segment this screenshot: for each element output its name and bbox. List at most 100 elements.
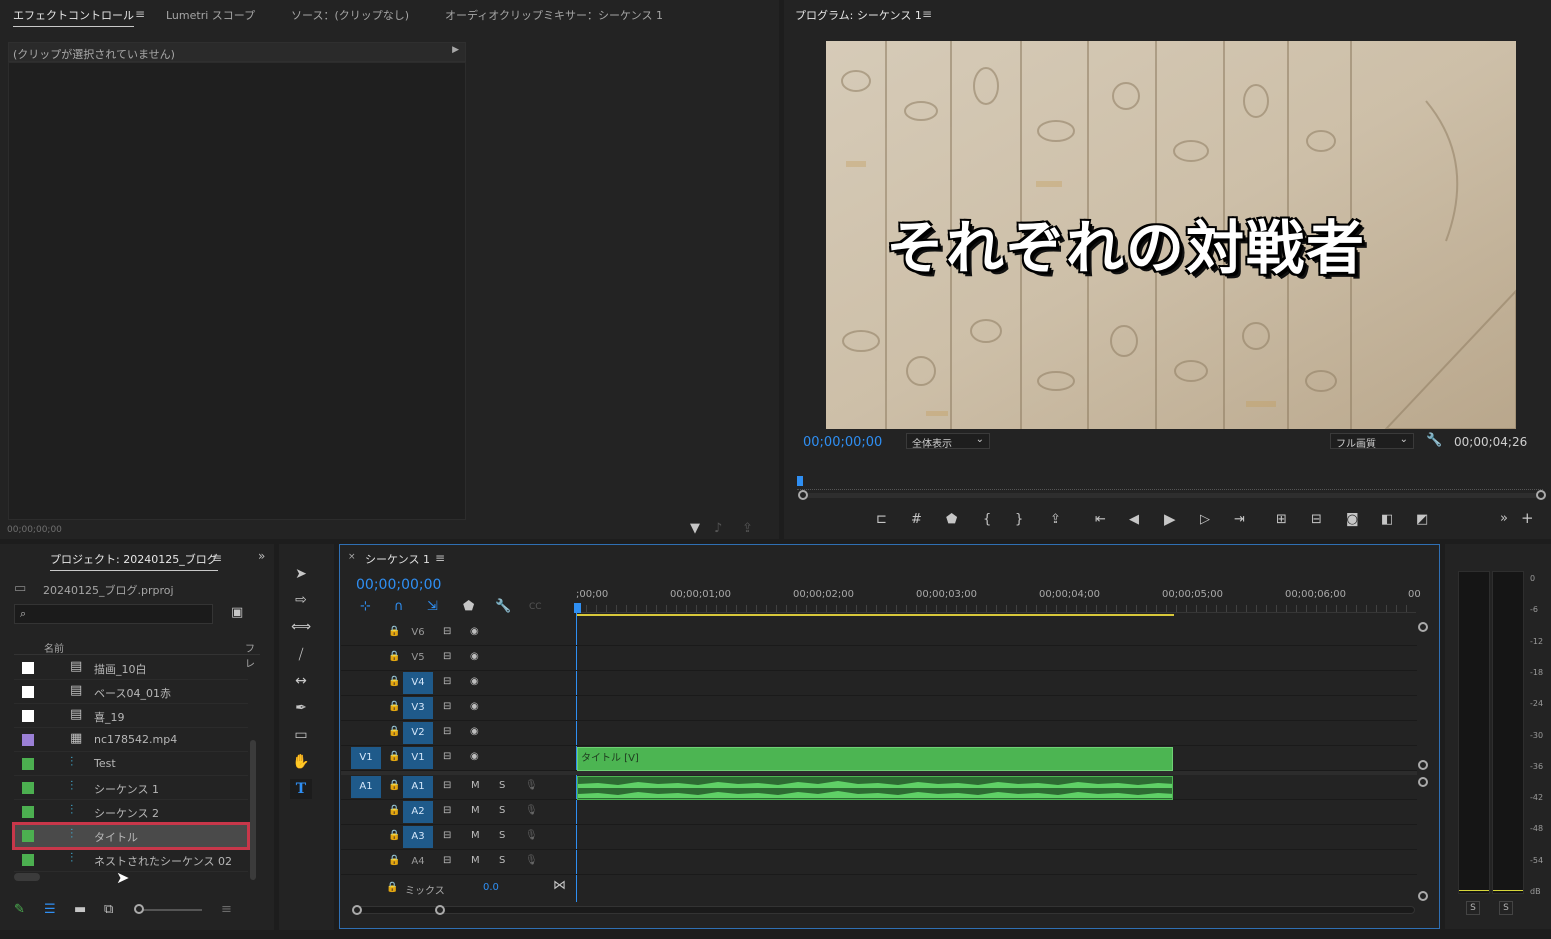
tab-effect-controls[interactable]: エフェクトコントロール (13, 7, 134, 27)
column-name-header[interactable]: 名前 (44, 640, 64, 655)
audio-v-scroll-bottom[interactable] (1418, 891, 1428, 901)
tab-sequence[interactable]: シーケンス 1 (365, 551, 430, 567)
project-scrollbar[interactable] (250, 740, 256, 880)
label-color-swatch[interactable] (22, 854, 34, 866)
mute-button[interactable]: M (471, 830, 480, 841)
audio-v-scroll-top[interactable] (1418, 777, 1428, 787)
go-to-in-point-icon[interactable]: ⇤ (1095, 513, 1106, 527)
list-view-icon[interactable]: ☰ (44, 903, 56, 917)
razor-tool-icon[interactable]: ⧸ (290, 645, 312, 665)
eye-icon[interactable]: ◉ (470, 651, 479, 662)
pen-tool-icon[interactable]: ✒ (290, 698, 312, 718)
sync-lock-icon[interactable]: ⊟ (443, 855, 451, 866)
track-target-v4[interactable]: V4 (403, 672, 433, 694)
mix-value[interactable]: 0.0 (483, 882, 499, 893)
eye-icon[interactable]: ◉ (470, 726, 479, 737)
timeline-timecode[interactable]: 00;00;00;00 (356, 577, 441, 593)
lock-icon[interactable]: 🔒 (388, 780, 400, 791)
tab-lumetri-scopes[interactable]: Lumetri スコープ (166, 7, 255, 23)
zoom-handle-right[interactable] (1536, 490, 1546, 500)
eye-icon[interactable]: ◉ (470, 701, 479, 712)
mix-bowtie-icon[interactable]: ⋈ (553, 879, 566, 893)
label-color-swatch[interactable] (22, 662, 34, 674)
track-target-a2[interactable]: A2 (403, 801, 433, 823)
type-tool-icon[interactable]: T (290, 779, 312, 799)
close-tab-icon[interactable]: × (348, 552, 356, 562)
project-h-scrollbar[interactable] (14, 873, 40, 881)
project-item-row[interactable]: ▤ 喜_19 (14, 704, 248, 728)
vr-video-icon[interactable]: ◩ (1416, 513, 1428, 527)
track-target-v2[interactable]: V2 (403, 722, 433, 744)
track-target-a1[interactable]: A1 (403, 776, 433, 798)
filter-icon[interactable]: ▼ (690, 522, 700, 536)
solo-button[interactable]: S (499, 830, 505, 841)
panel-menu-icon[interactable]: ≡ (135, 7, 145, 21)
label-color-swatch[interactable] (22, 758, 34, 770)
lock-icon[interactable]: 🔒 (388, 626, 400, 637)
play-icon[interactable]: ▶ (1164, 512, 1176, 527)
project-item-row[interactable]: ⫶ シーケンス 1 (14, 776, 248, 800)
sync-lock-icon[interactable]: ⊟ (443, 626, 451, 637)
program-scrub-bar[interactable] (797, 476, 1543, 490)
zoom-slider-handle[interactable] (134, 904, 144, 914)
icon-view-icon[interactable]: ▬ (74, 903, 86, 917)
sync-lock-icon[interactable]: ⊟ (443, 751, 451, 762)
panel-menu-icon[interactable]: ≡ (212, 551, 222, 565)
label-color-swatch[interactable] (22, 686, 34, 698)
more-controls-icon[interactable]: » (1500, 512, 1508, 526)
project-item-row[interactable]: ⫶ タイトル (12, 822, 250, 850)
sync-lock-icon[interactable]: ⊟ (443, 780, 451, 791)
mark-in-out-icon[interactable]: ⊏ (876, 513, 887, 527)
track-target-v5[interactable]: V5 (403, 647, 433, 669)
step-forward-icon[interactable]: ▷ (1200, 513, 1210, 527)
microphone-icon[interactable]: 🎙 (525, 830, 538, 841)
lock-icon[interactable]: 🔒 (388, 751, 400, 762)
mark-out-icon[interactable]: } (1015, 513, 1023, 527)
project-item-row[interactable]: ⫶ シーケンス 2 (14, 800, 248, 824)
playback-quality-dropdown[interactable]: フル画質 ⌄ (1330, 433, 1414, 450)
go-to-out-point-icon[interactable]: ⇥ (1234, 513, 1245, 527)
lock-icon[interactable]: 🔒 (388, 855, 400, 866)
add-button-icon[interactable]: + (1521, 511, 1534, 526)
label-color-swatch[interactable] (22, 734, 34, 746)
pencil-icon[interactable]: ✎ (14, 903, 25, 917)
mute-button[interactable]: M (471, 855, 480, 866)
lift-icon[interactable]: ⊞ (1276, 513, 1287, 527)
sync-lock-icon[interactable]: ⊟ (443, 676, 451, 687)
wrench-icon[interactable]: 🔧 (1426, 434, 1442, 448)
lock-icon[interactable]: 🔒 (388, 805, 400, 816)
eye-icon[interactable]: ◉ (470, 676, 479, 687)
label-color-swatch[interactable] (22, 710, 34, 722)
tab-source[interactable]: ソース：(クリップなし) (291, 7, 409, 23)
sync-lock-icon[interactable]: ⊟ (443, 701, 451, 712)
tab-project[interactable]: プロジェクト: 20240125_ブログ (50, 551, 218, 571)
solo-button[interactable]: S (499, 780, 505, 791)
track-target-v1[interactable]: V1 (403, 747, 433, 769)
project-item-row[interactable]: ⫶ Test (14, 752, 248, 776)
add-marker-grid-icon[interactable]: # (911, 513, 922, 527)
source-patch-a1[interactable]: A1 (351, 776, 381, 798)
zoom-level-dropdown[interactable]: 全体表示 ⌄ (906, 433, 990, 450)
nest-icon[interactable]: ⊹ (360, 600, 371, 614)
video-v-scroll-bottom[interactable] (1418, 760, 1428, 770)
lock-icon[interactable]: 🔒 (388, 651, 400, 662)
add-marker-icon[interactable]: ⬟ (463, 600, 474, 614)
linked-selection-icon[interactable]: ⇲ (427, 600, 438, 614)
microphone-icon[interactable]: 🎙 (525, 805, 538, 816)
program-playhead[interactable] (797, 476, 803, 486)
mark-in-icon[interactable]: { (983, 513, 991, 527)
snap-magnet-icon[interactable]: ∩ (394, 600, 404, 614)
timeline-h-scrollbar[interactable] (352, 906, 1415, 914)
camera-icon[interactable]: ◙ (1346, 513, 1359, 527)
export-icon[interactable]: ⇪ (742, 522, 753, 536)
label-color-swatch[interactable] (22, 782, 34, 794)
lock-icon[interactable]: 🔒 (388, 726, 400, 737)
program-current-timecode[interactable]: 00;00;00;00 (803, 435, 882, 450)
work-area-bar[interactable] (577, 614, 1174, 616)
project-item-row[interactable]: ⫶ ネストされたシーケンス 02 (14, 848, 248, 872)
lock-icon[interactable]: 🔒 (388, 830, 400, 841)
selection-tool-icon[interactable]: ➤ (290, 564, 312, 584)
mix-lock-icon[interactable]: 🔒 (386, 881, 398, 895)
sync-lock-icon[interactable]: ⊟ (443, 805, 451, 816)
scroll-handle-left[interactable] (352, 905, 362, 915)
